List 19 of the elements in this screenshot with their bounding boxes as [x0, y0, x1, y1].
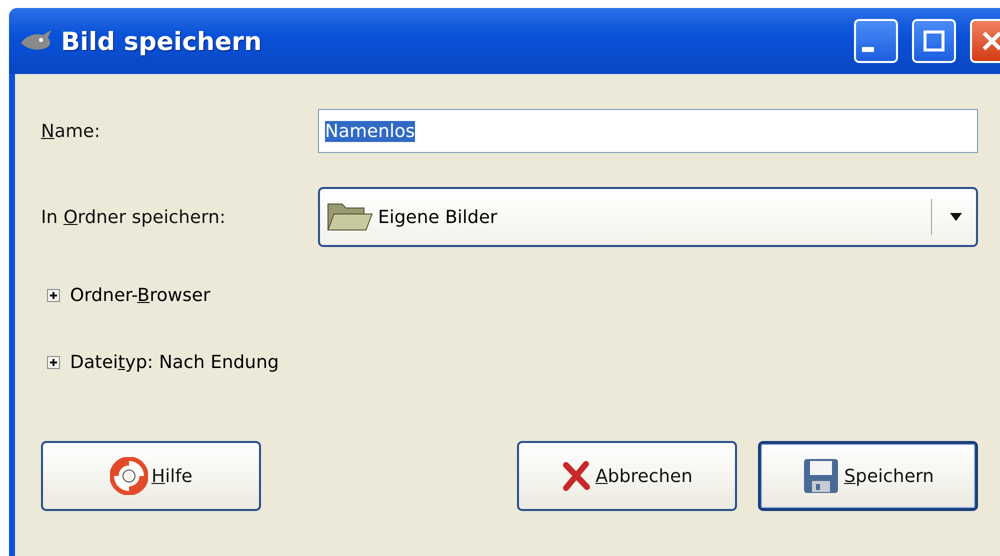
name-label: Name: [41, 120, 102, 142]
lifebuoy-icon [110, 457, 148, 495]
close-icon [980, 29, 1000, 53]
maximize-icon [922, 29, 946, 53]
cancel-button[interactable]: Abbrechen [517, 441, 737, 511]
expander[interactable]: Dateityp: Nach Endung [47, 352, 978, 373]
name-field[interactable]: Namenlos [318, 109, 978, 153]
expander[interactable]: Ordner-Browser [47, 285, 978, 306]
save-button[interactable]: Speichern [758, 441, 978, 511]
folder-label: In Ordner speichern: [41, 206, 227, 228]
help-button[interactable]: Hilfe [41, 441, 261, 511]
maximize-button[interactable] [912, 19, 956, 63]
plus-box-icon [47, 289, 60, 302]
minimize-button[interactable] [854, 19, 898, 63]
window-title: Bild speichern [61, 26, 263, 56]
cross-icon [561, 461, 592, 491]
minimize-icon [862, 47, 874, 52]
plus-box-icon [47, 356, 60, 369]
folder-dropdown[interactable]: Eigene Bilder [318, 187, 978, 247]
